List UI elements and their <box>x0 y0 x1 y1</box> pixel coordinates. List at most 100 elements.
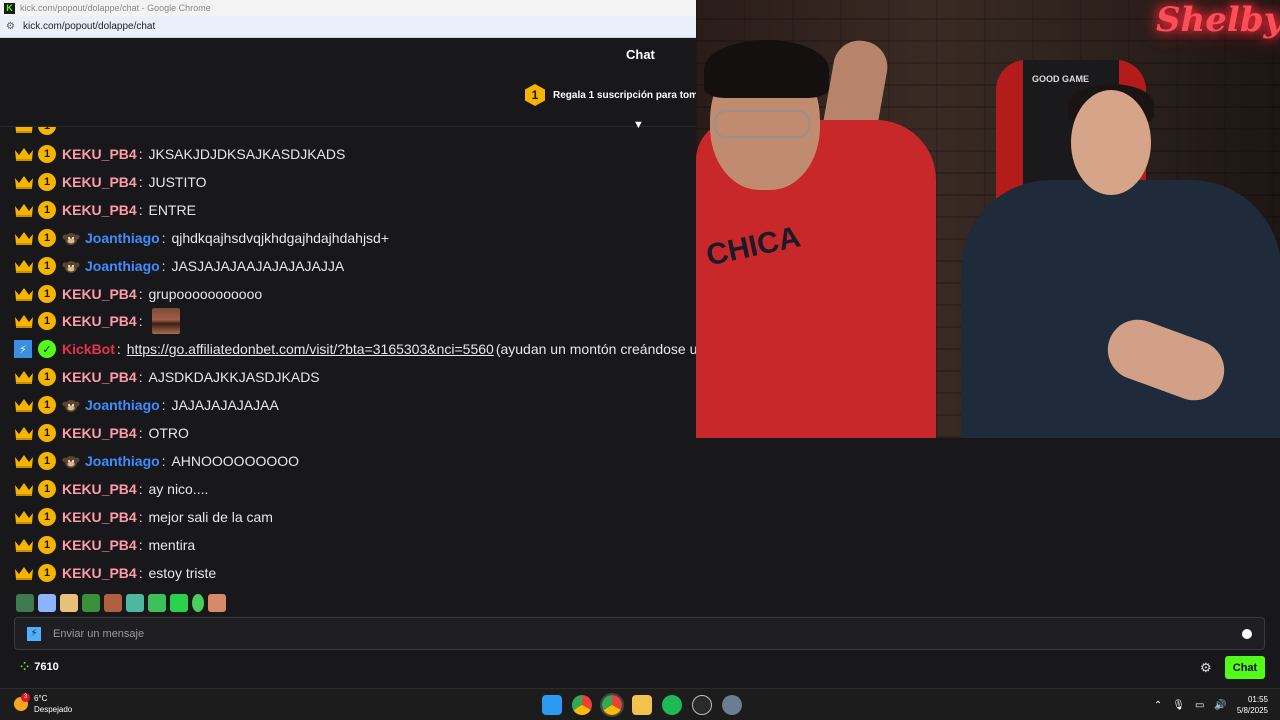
chat-message[interactable]: 1 KEKU_PB4: grupooooooooooo <box>14 281 262 307</box>
sub-badge-icon: 1 <box>38 368 56 387</box>
username[interactable]: KEKU_PB4 <box>62 481 137 497</box>
username[interactable]: KEKU_PB4 <box>62 565 137 581</box>
username[interactable]: KEKU_PB4 <box>62 286 137 302</box>
chat-settings-gear-icon[interactable]: ⚙ <box>1200 660 1212 676</box>
system-tray: ⌃ 🎙 ▭ 🔊 01:55 5/8/2025 <box>1154 694 1268 716</box>
clock-time: 01:55 <box>1247 695 1268 704</box>
crown-badge-icon <box>14 313 34 329</box>
neon-sign: Shelby <box>1156 0 1280 40</box>
username[interactable]: KEKU_PB4 <box>62 146 137 162</box>
chat-message[interactable]: 1 KEKU_PB4: estoy triste <box>14 560 216 586</box>
obs-icon[interactable] <box>692 695 712 715</box>
chat-message[interactable]: 1 KEKU_PB4: OTRO <box>14 420 189 446</box>
display-icon[interactable]: ▭ <box>1195 700 1204 711</box>
chat-message[interactable]: 1 Joanthiago: AHNOOOOOOOOO <box>14 448 299 474</box>
crown-badge-icon <box>14 174 34 190</box>
channel-points[interactable]: ⁘ 7610 <box>20 660 59 674</box>
sub-badge-icon: 1 <box>38 424 56 442</box>
chrome-active-icon[interactable] <box>600 693 624 717</box>
username[interactable]: KEKU_PB4 <box>62 509 137 525</box>
username[interactable]: Joanthiago <box>85 258 160 274</box>
chat-message[interactable]: ⚡ ✓ KickBot: https://go.affiliatedonbet.co… <box>14 336 697 362</box>
colon: : <box>116 341 125 358</box>
username[interactable]: KEKU_PB4 <box>62 369 137 385</box>
person-right-hoodie <box>961 180 1280 438</box>
chat-emote-image[interactable] <box>152 308 181 335</box>
site-info-icon[interactable]: ⚙ <box>6 21 15 32</box>
message-text: OTRO <box>148 425 189 441</box>
gift-sub-text[interactable]: Regala 1 suscripción para toma <box>553 90 704 101</box>
chevron-up-icon[interactable]: ⌃ <box>1154 700 1162 711</box>
sub-badge-icon: 1 <box>38 312 56 331</box>
crown-badge-icon <box>14 230 34 246</box>
windows-start-icon[interactable] <box>542 695 562 715</box>
chat-message[interactable]: 1 KEKU_PB4: mejor sali de la cam <box>14 504 273 530</box>
username[interactable]: KickBot <box>62 341 115 357</box>
message-text: JASJAJAJAAJAJAJAJAJJA <box>171 257 345 274</box>
microphone-icon[interactable]: 🎙 <box>1172 700 1185 711</box>
quick-emote[interactable] <box>60 594 78 612</box>
volume-icon[interactable]: 🔊 <box>1214 700 1226 711</box>
kick-bolt-icon: ⚡ <box>27 626 41 641</box>
colon: : <box>161 452 170 469</box>
spotify-icon[interactable] <box>662 695 682 715</box>
quick-emote[interactable] <box>104 594 122 612</box>
message-link[interactable]: https://go.affiliatedonbet.com/visit/?bt… <box>127 341 494 357</box>
quick-emote[interactable] <box>16 594 34 612</box>
colon: : <box>161 229 170 246</box>
chat-message[interactable]: 1 KEKU_PB4: mentira <box>14 532 195 558</box>
chat-message[interactable]: 1 Joanthiago: qjhdkqajhsdvqjkhdgajhdajhda… <box>14 225 389 251</box>
username[interactable]: KEKU_PB4 <box>62 202 137 218</box>
quick-emote[interactable] <box>170 594 188 612</box>
sub-badge-icon: 1 <box>38 451 56 470</box>
quick-emote[interactable] <box>38 594 56 612</box>
chrome-icon[interactable] <box>572 695 592 715</box>
chat-message[interactable]: 1 KEKU_PB4: JKSAKJDJDKSAJKASDJKADS <box>14 141 345 167</box>
chat-title: Chat <box>626 47 655 62</box>
chat-message[interactable]: 1 KEKU_PB4: ay nico.... <box>14 476 208 502</box>
weather-widget[interactable]: 3 6°C Despejado <box>14 693 72 715</box>
chat-message[interactable]: 1 KEKU_PB4: ENTRE <box>14 197 196 223</box>
quick-emote[interactable] <box>82 594 100 612</box>
chat-message[interactable]: 1 Joanthiago: JASJAJAJAAJAJAJAJAJJA <box>14 253 344 279</box>
send-chat-button[interactable]: Chat <box>1225 656 1265 679</box>
message-text: ay nico.... <box>148 480 209 497</box>
points-icon: ⁘ <box>20 661 30 673</box>
chat-message[interactable]: 1 Joanthiago: JAJAJAJAJAJAA <box>14 392 279 418</box>
chat-message[interactable]: 1 KEKU_PB4: AJSDKDAJKKJASDJKADS <box>14 364 320 390</box>
quick-emote[interactable] <box>126 594 144 612</box>
address-bar[interactable]: ⚙ kick.com/popout/dolappe/chat <box>0 16 696 38</box>
username[interactable]: Joanthiago <box>85 397 160 413</box>
sub-badge-icon: 1 <box>38 172 56 191</box>
chat-message[interactable]: 1 KEKU_PB4: JUSTITO <box>14 169 207 195</box>
colon: : <box>161 397 170 414</box>
username[interactable]: KEKU_PB4 <box>62 537 137 553</box>
crown-badge-icon <box>14 258 34 274</box>
username[interactable]: Joanthiago <box>85 230 160 246</box>
chat-input-box[interactable]: ⚡ <box>14 617 1265 650</box>
settings-gear-icon[interactable] <box>722 695 742 715</box>
quick-emote[interactable] <box>208 594 226 612</box>
quick-emote[interactable] <box>148 594 166 612</box>
username[interactable]: KEKU_PB4 <box>62 174 137 190</box>
crown-badge-icon <box>14 146 34 162</box>
message-input[interactable] <box>53 627 1242 640</box>
username[interactable]: KEKU_PB4 <box>62 313 137 329</box>
browser-titlebar: K kick.com/popout/dolappe/chat - Google … <box>0 0 696 16</box>
url-text[interactable]: kick.com/popout/dolappe/chat <box>23 21 155 32</box>
gift-sub-badge-icon: 1 <box>525 84 545 106</box>
colon: : <box>138 536 147 553</box>
sub-badge-icon: 1 <box>38 200 56 219</box>
emoji-picker-icon[interactable] <box>1242 628 1252 639</box>
webcam-overlay: Shelby GOOD GAME CHICA <box>696 0 1280 438</box>
sub-badge-icon: 1 <box>38 396 56 415</box>
file-explorer-icon[interactable] <box>632 695 652 715</box>
clock[interactable]: 01:55 5/8/2025 <box>1237 694 1268 716</box>
quick-emote[interactable] <box>192 594 204 612</box>
quick-emote-bar <box>16 594 226 612</box>
message-text: (ayudan un montón creándose u <box>495 341 698 358</box>
chat-message[interactable]: 1 KEKU_PB4: <box>14 308 181 335</box>
message-text: ENTRE <box>148 201 196 218</box>
username[interactable]: Joanthiago <box>85 453 160 469</box>
username[interactable]: KEKU_PB4 <box>62 425 137 441</box>
